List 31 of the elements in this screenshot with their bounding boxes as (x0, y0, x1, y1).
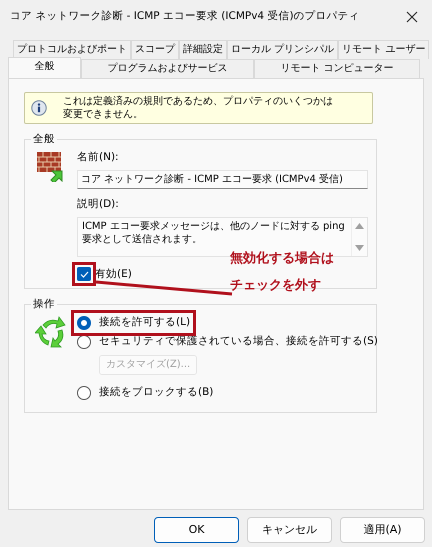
radio-button[interactable] (77, 386, 91, 400)
check-icon (80, 270, 88, 278)
dialog-button[interactable]: 適用(A) (340, 517, 425, 543)
annotation-text: チェックを外す (230, 277, 321, 295)
checkbox[interactable] (77, 267, 91, 282)
tab[interactable]: リモート コンピューター (254, 59, 420, 78)
info-message: これは定義済みの規則であるため、プロパティのいくつかは変更できません。 (63, 95, 334, 121)
description-text: ICMP エコー要求メッセージは、他のノードに対する ping 要求として送信されます。 (81, 220, 346, 246)
tab[interactable]: 全般 (8, 57, 81, 78)
tab[interactable]: スコープ (131, 40, 179, 59)
checkbox-label[interactable]: 有効(E) (95, 266, 132, 282)
radio-button[interactable] (77, 316, 91, 330)
field-label: 説明(D): (77, 196, 120, 212)
radio-label[interactable]: 接続をブロックする(B) (99, 384, 214, 401)
group-title: 全般 (32, 132, 56, 146)
dialog-button[interactable]: OK (154, 517, 239, 543)
close-icon[interactable] (406, 11, 418, 23)
dialog-button[interactable]: キャンセル (247, 517, 332, 543)
tab[interactable]: ローカル プリンシパル (227, 40, 338, 59)
name-field[interactable]: コア ネットワーク診断 - ICMP エコー要求 (ICMPv4 受信) (77, 170, 368, 189)
group-title: 操作 (32, 297, 56, 312)
tab[interactable]: プロトコルおよびポート (13, 40, 131, 59)
radio-label[interactable]: 接続を許可する(L) (99, 314, 190, 331)
tab[interactable]: 詳細設定 (179, 40, 227, 59)
highlight-frame (72, 262, 96, 286)
window-title: コア ネットワーク診断 - ICMP エコー要求 (ICMPv4 受信)のプロパティ (10, 9, 360, 24)
tab[interactable]: プログラムおよびサービス (80, 59, 254, 78)
radio-label[interactable]: セキュリティで保護されている場合、接続を許可する(S) (99, 334, 378, 350)
field-label: 名前(N): (77, 150, 120, 165)
tab[interactable]: リモート ユーザー (338, 40, 430, 59)
info-icon (31, 100, 47, 116)
